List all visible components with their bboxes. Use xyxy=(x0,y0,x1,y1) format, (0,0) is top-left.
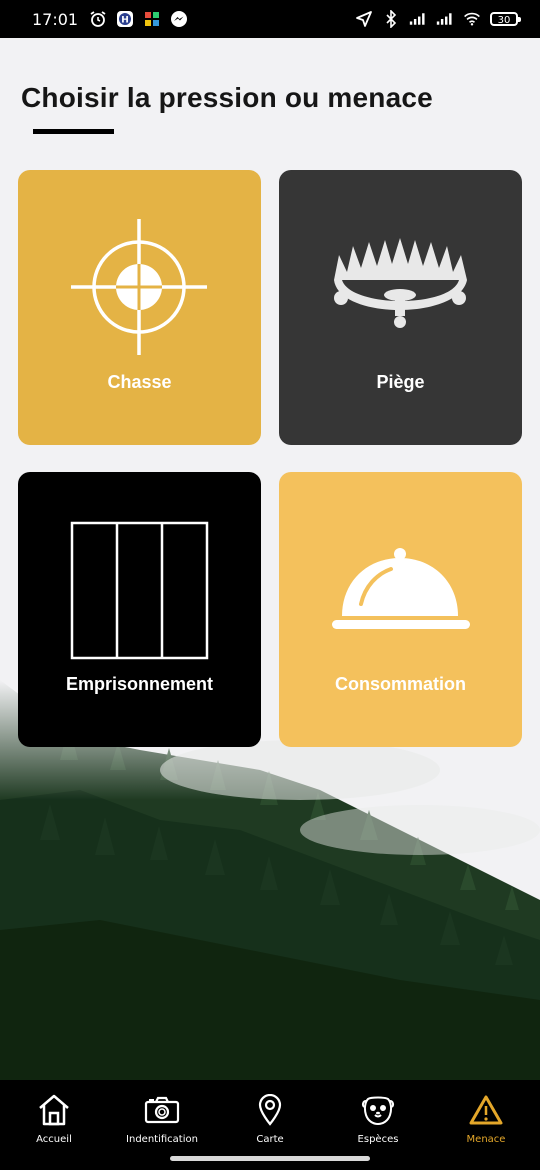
nav-label: Accueil xyxy=(36,1134,72,1145)
status-bar: 17:01 H 30 xyxy=(0,0,540,38)
wifi-icon xyxy=(463,10,481,28)
prison-bars-icon xyxy=(70,521,209,660)
warning-icon xyxy=(466,1090,506,1130)
bottom-navigation: Accueil Indentification Carte Espèces Me… xyxy=(0,1080,540,1148)
app-grid-icon xyxy=(143,10,161,28)
location-arrow-icon xyxy=(355,10,373,28)
nav-label: Indentification xyxy=(126,1134,198,1145)
status-time: 17:01 xyxy=(32,9,79,29)
animal-face-icon xyxy=(358,1090,398,1130)
nav-item-carte[interactable]: Carte xyxy=(216,1080,324,1145)
card-label: Emprisonnement xyxy=(65,674,214,694)
nav-label: Carte xyxy=(256,1134,284,1145)
app-h-icon: H xyxy=(116,10,134,28)
card-label: Piège xyxy=(376,372,425,392)
card-label: Chasse xyxy=(107,372,172,392)
title-underline xyxy=(33,129,114,134)
signal-icon xyxy=(409,10,427,28)
card-piege[interactable]: Piège xyxy=(279,170,522,445)
camera-icon xyxy=(142,1090,182,1130)
card-chasse[interactable]: Chasse xyxy=(18,170,261,445)
svg-text:H: H xyxy=(121,16,129,26)
food-cloche-icon xyxy=(332,548,470,629)
page-title: Choisir la pression ou menace xyxy=(21,82,433,113)
nav-item-accueil[interactable]: Accueil xyxy=(0,1080,108,1145)
alarm-icon xyxy=(89,10,107,28)
nav-item-especes[interactable]: Espèces xyxy=(324,1080,432,1145)
battery-icon: 30 xyxy=(490,12,521,26)
map-pin-icon xyxy=(250,1090,290,1130)
nav-label: Menace xyxy=(466,1134,506,1145)
card-emprisonnement[interactable]: Emprisonnement xyxy=(18,472,261,747)
home-icon xyxy=(34,1090,74,1130)
crosshair-icon xyxy=(71,219,207,355)
home-indicator[interactable] xyxy=(170,1156,370,1161)
messenger-icon xyxy=(170,10,188,28)
bluetooth-icon xyxy=(382,10,400,28)
nav-item-identification[interactable]: Indentification xyxy=(108,1080,216,1145)
nav-item-menace[interactable]: Menace xyxy=(432,1080,540,1145)
bear-trap-icon xyxy=(334,238,467,328)
nav-label: Espèces xyxy=(357,1134,399,1145)
signal-icon xyxy=(436,10,454,28)
card-label: Consommation xyxy=(334,674,466,694)
card-consommation[interactable]: Consommation xyxy=(279,472,522,747)
